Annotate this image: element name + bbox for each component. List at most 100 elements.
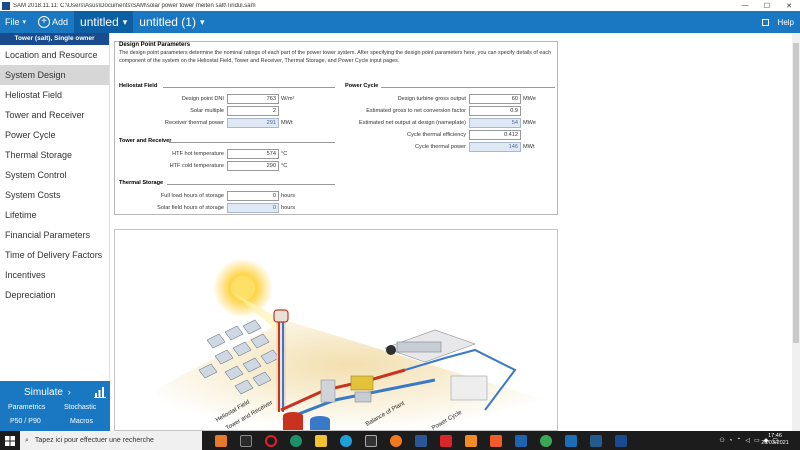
design-point-parameters-panel: Design Point Parameters The design point… [114,41,558,215]
group-divider [381,87,555,88]
windows-logo-icon [5,435,15,446]
case-tab-label: untitled (1) [139,15,196,29]
tower-and-receiver-group: Tower and Receiver HTF hot temperature 5… [119,138,335,173]
sidebar-item-system-design[interactable]: System Design [0,65,109,85]
opera-icon[interactable] [265,434,277,447]
stochastic-button[interactable]: Stochastic [64,404,96,411]
turbine-gross-output-input[interactable]: 60 [469,94,521,104]
clock-date: 26/03/2021 [761,440,789,446]
unit-label: hours [281,193,295,199]
field-label: HTF cold temperature [169,163,224,169]
file-menu-label: File [5,17,20,27]
maximize-icon[interactable]: ☐ [756,2,778,10]
sidebar-item-depreciation[interactable]: Depreciation [0,285,109,305]
sidebar-item-financial-parameters[interactable]: Financial Parameters [0,225,109,245]
field-label: Cycle thermal efficiency [407,132,466,138]
people-icon[interactable]: ⚇ [719,437,724,444]
panel-description: The design point parameters determine th… [119,50,552,64]
help-label: Help [777,17,794,27]
case-tab-untitled-1[interactable]: untitled (1) ▾ [133,11,210,33]
case-tab-label: untitled [80,15,119,29]
group-title: Tower and Receiver [119,138,335,146]
taskbar-app-icon[interactable] [515,434,527,447]
unit-label: MWt [281,120,293,126]
taskbar-clock[interactable]: 17:46 26/03/2021 [756,433,794,447]
file-menu[interactable]: File ▾ [0,17,32,27]
receiver-thermal-power-value: 291 [227,118,279,128]
full-load-hours-input[interactable]: 0 [227,191,279,201]
group-title: Heliostat Field [119,83,335,91]
sidebar-item-location-and-resource[interactable]: Location and Resource [0,45,109,65]
taskbar-app-icon[interactable] [215,434,227,447]
help-button[interactable]: Help [761,17,800,27]
sidebar-item-system-control[interactable]: System Control [0,165,109,185]
scrollbar-thumb[interactable] [793,43,799,343]
search-placeholder: Tapez ici pour effectuer une recherche [34,437,154,444]
configuration-label[interactable]: Tower (salt), Single owner [0,33,109,45]
taskbar-app-icon[interactable] [465,434,477,447]
sidebar-item-power-cycle[interactable]: Power Cycle [0,125,109,145]
group-divider [167,184,335,185]
add-case-label: Add [52,17,69,27]
unit-label: hours [281,205,295,211]
edge-icon[interactable] [340,434,352,447]
window-icon [761,18,769,26]
acrobat-icon[interactable] [440,434,452,447]
file-explorer-icon[interactable] [315,434,327,447]
chevron-down-icon[interactable]: ▾ [123,17,128,28]
p50-p90-button[interactable]: P50 / P90 [10,418,41,425]
simulate-label: Simulate [24,387,63,398]
firefox-icon[interactable] [390,434,402,447]
case-tab-untitled[interactable]: untitled ▾ [74,11,134,33]
field-label: Design turbine gross output [397,96,466,102]
simulate-button[interactable]: Simulate › [24,387,71,398]
cycle-thermal-power-value: 146 [469,142,521,152]
chrome-icon[interactable] [540,434,552,447]
chevron-down-icon: ▾ [22,19,27,26]
taskbar-app-icon[interactable] [290,434,302,447]
cycle-thermal-efficiency-input[interactable]: 0.412 [469,130,521,140]
sidebar-item-time-of-delivery-factors[interactable]: Time of Delivery Factors [0,245,109,265]
sidebar-item-system-costs[interactable]: System Costs [0,185,109,205]
design-point-dni-input[interactable]: 763 [227,94,279,104]
sidebar-item-thermal-storage[interactable]: Thermal Storage [0,145,109,165]
brave-icon[interactable] [490,434,502,447]
sam-taskbar-icon[interactable] [615,434,627,447]
power-tower-diagram: Heliostat Field Tower and Receiver Balan… [114,229,558,431]
chevron-up-icon[interactable]: ⌃ [736,437,741,444]
group-title-text: Tower and Receiver [119,138,172,144]
add-case-button[interactable]: + Add [32,16,74,28]
sidebar-item-tower-and-receiver[interactable]: Tower and Receiver [0,105,109,125]
word-icon[interactable] [415,434,427,447]
group-divider [169,142,335,143]
taskbar-app-icon[interactable] [590,434,602,447]
htf-cold-temperature-input[interactable]: 290 [227,161,279,171]
htf-hot-temperature-input[interactable]: 574 [227,149,279,159]
minimize-icon[interactable]: — [734,2,756,9]
windows-start-button[interactable] [0,431,20,450]
parametrics-button[interactable]: Parametrics [8,404,45,411]
macros-button[interactable]: Macros [70,418,93,425]
main-scrollbar[interactable] [792,33,800,431]
gross-to-net-factor-input[interactable]: 0.9 [469,106,521,116]
receiver [273,309,289,323]
taskbar-search-box[interactable]: ⌕ Tapez ici pour effectuer une recherche [20,431,202,450]
group-title-text: Heliostat Field [119,83,158,89]
unit-label: MWt [523,144,535,150]
taskbar-app-icon[interactable] [365,434,377,447]
network-icon[interactable]: ◔ [729,438,733,444]
main-content: Design Point Parameters The design point… [111,33,800,431]
photos-icon[interactable] [565,434,577,447]
window-titlebar: SAM 2018.11.11: C:\Users\Asus\Documents\… [0,0,800,11]
close-icon[interactable]: ✕ [778,2,800,10]
solar-multiple-input[interactable]: 2 [227,106,279,116]
volume-icon[interactable]: ◁ [745,437,750,444]
chevron-down-icon[interactable]: ▾ [200,17,205,28]
simulate-panel: Simulate › Parametrics Stochastic P50 / … [0,381,110,431]
sidebar-item-incentives[interactable]: Incentives [0,265,109,285]
bar-chart-icon[interactable] [94,386,106,398]
taskbar-app-icon[interactable] [240,434,252,447]
sidebar-item-lifetime[interactable]: Lifetime [0,205,109,225]
sidebar-item-heliostat-field[interactable]: Heliostat Field [0,85,109,105]
group-title: Power Cycle [345,83,555,91]
